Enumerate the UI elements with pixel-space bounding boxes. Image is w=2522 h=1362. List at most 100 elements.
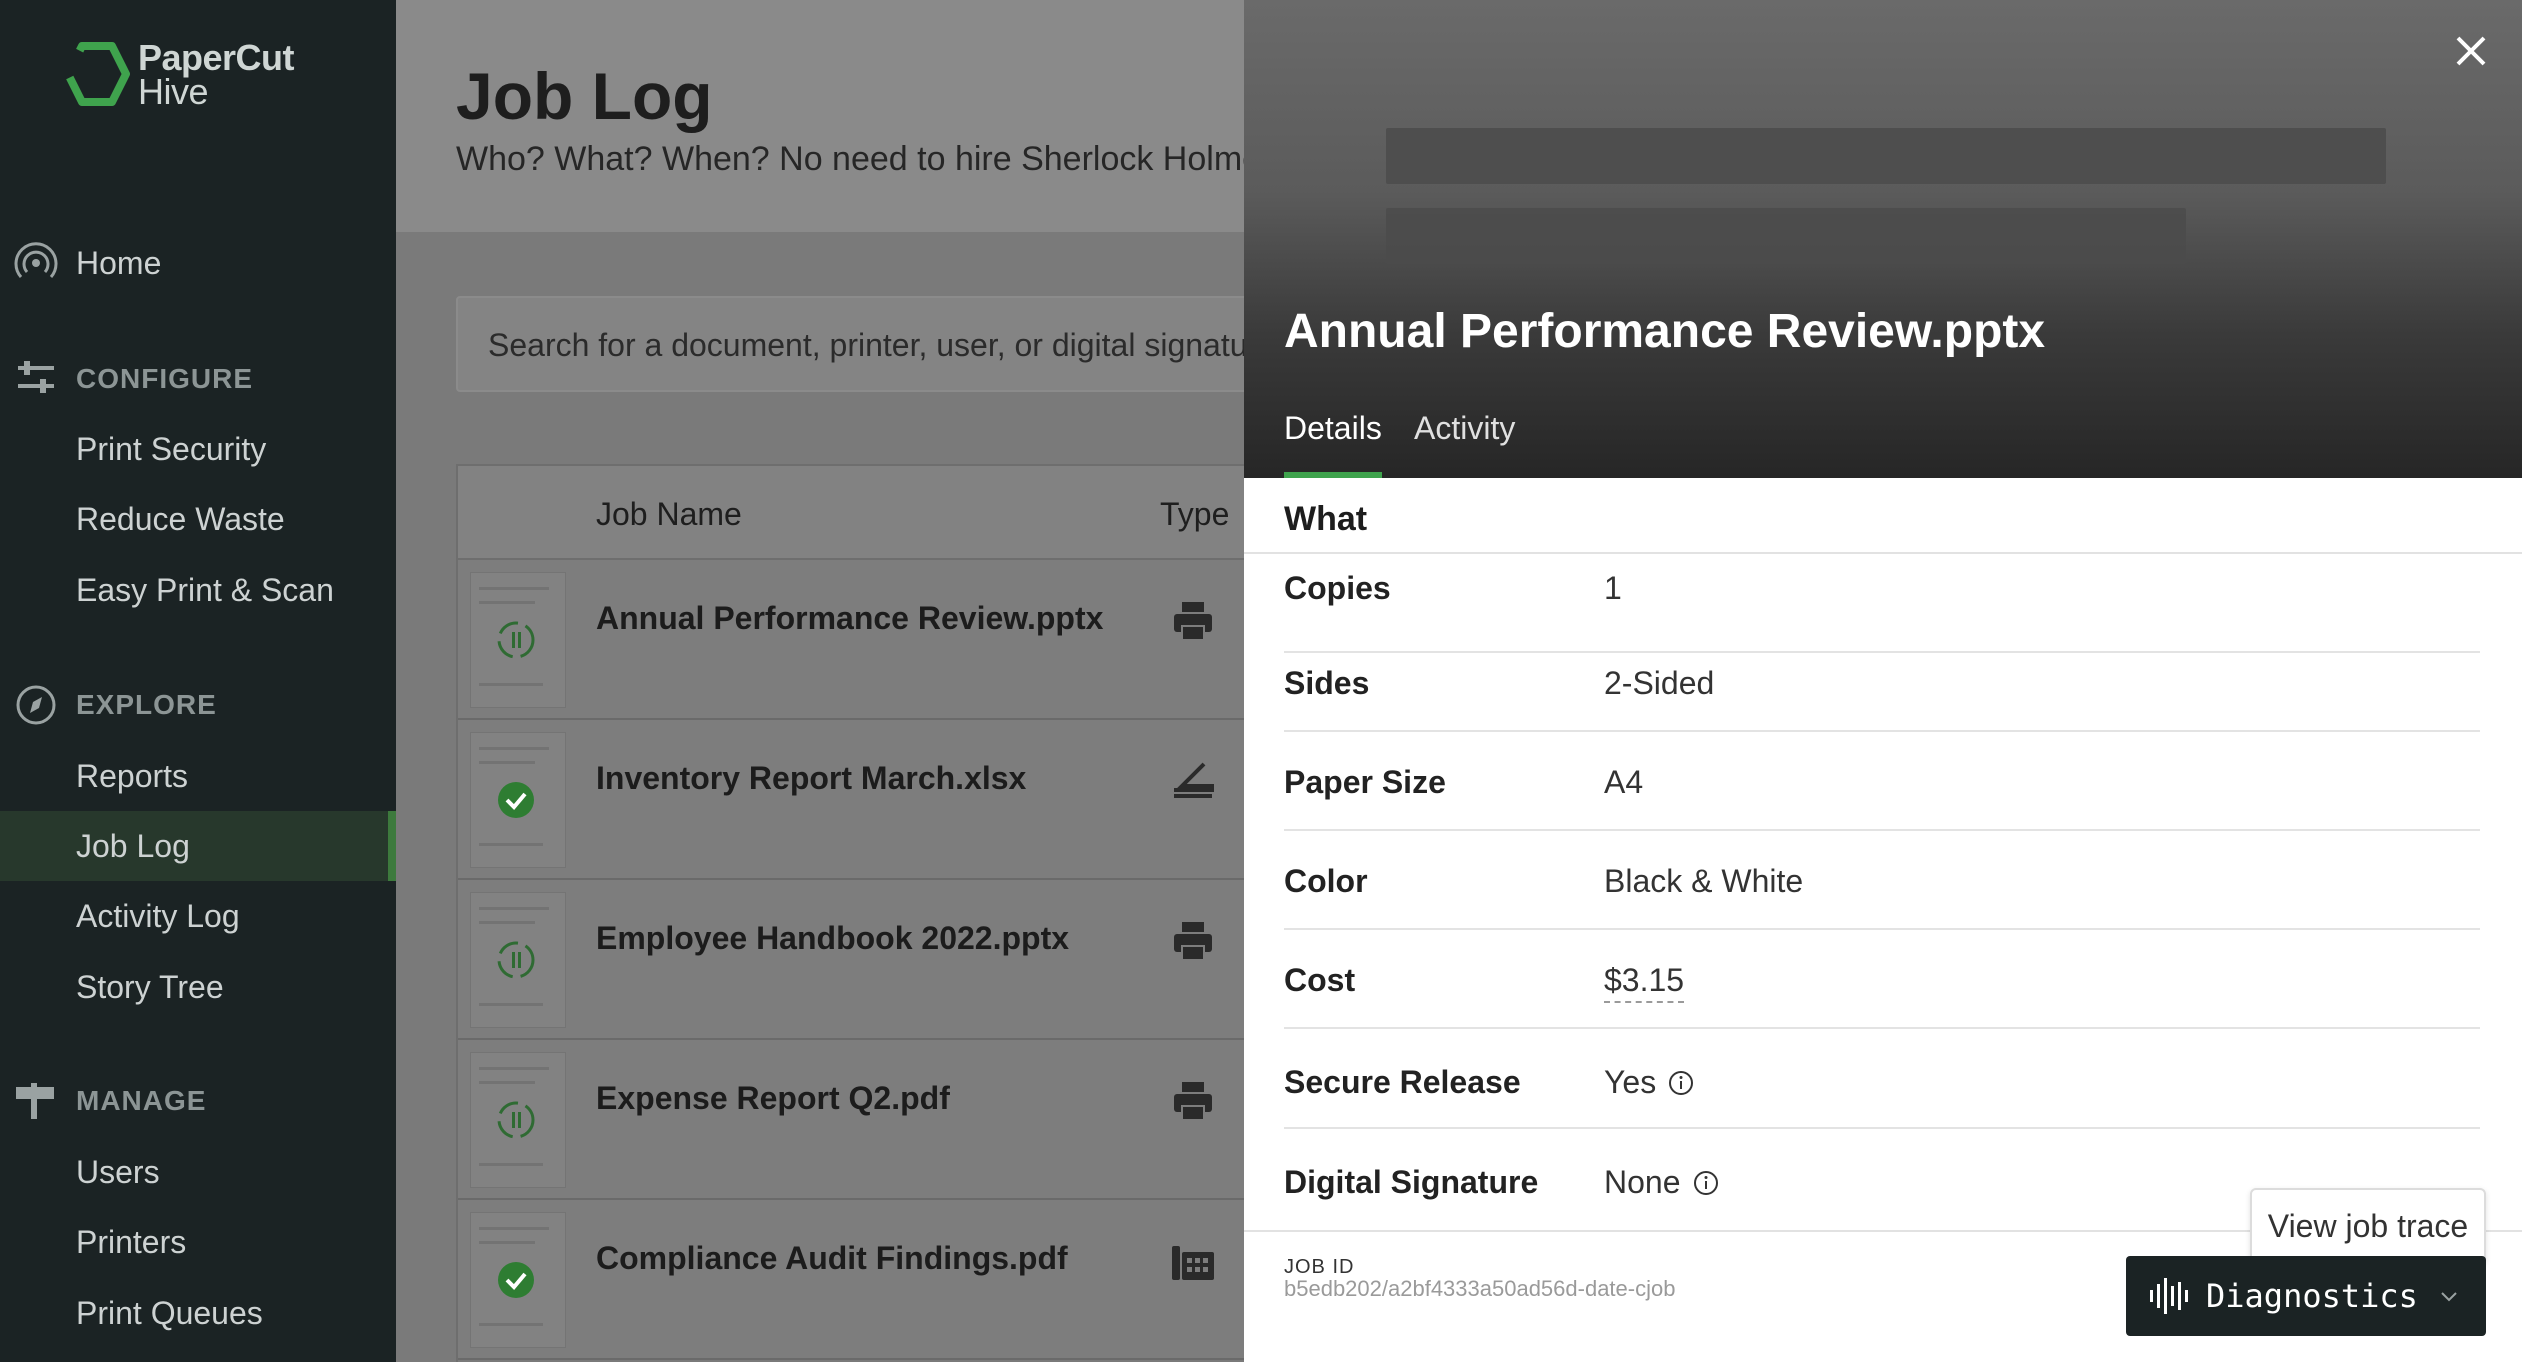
detail-value: None [1604,1164,1719,1201]
signpost-icon [16,1083,54,1119]
sidebar-item-label: Easy Print & Scan [76,571,334,608]
digital-signature-value: None [1604,1164,1681,1200]
hexagon-logo-icon [64,42,130,106]
sidebar-item-label: Job Log [76,827,190,864]
job-table: Job Name Type Annual Performance Review.… [456,464,1244,1362]
printer-icon [1174,1082,1212,1121]
sidebar-item-label: Print Security [76,430,267,467]
sidebar-heading-manage: MANAGE [0,1066,396,1136]
panel-header: Annual Performance Review.pptx Details A… [1244,0,2522,478]
check-circle-icon [498,782,534,818]
sidebar-item-label: Printers [76,1223,187,1260]
info-icon[interactable] [1668,1070,1694,1096]
sidebar: PaperCut Hive Home CONFIGURE Print Secur… [0,0,396,1362]
panel-title: Annual Performance Review.pptx [1284,305,2046,358]
logo-line-2: Hive [138,71,209,112]
printer-icon [1174,602,1212,641]
job-name[interactable]: Expense Report Q2.pdf [596,1080,950,1117]
diagnostics-button[interactable]: Diagnostics [2126,1256,2486,1336]
page-header: Job Log Who? What? When? No need to hire… [396,0,1244,232]
sidebar-item-reports[interactable]: Reports [0,741,396,811]
sidebar-item-label: Reports [76,757,189,794]
hourglass-icon [497,941,535,979]
detail-value: 2-Sided [1604,665,1715,701]
preview-placeholder [1386,128,2386,184]
job-log-page: Job Log Who? What? When? No need to hire… [396,0,1244,1362]
detail-value[interactable]: $3.15 [1604,962,1685,1003]
sidebar-item-job-log[interactable]: Job Log [0,811,396,881]
waveform-icon [2150,1278,2188,1314]
sidebar-item-label: Users [76,1153,160,1190]
fax-icon [1172,1246,1214,1280]
sidebar-heading-label: CONFIGURE [76,363,253,394]
check-circle-icon [498,1262,534,1298]
detail-label: Sides [1284,665,1370,701]
sidebar-item-easy-print-scan[interactable]: Easy Print & Scan [0,555,396,625]
job-id-value: b5edb202/a2bf4333a50ad56d-date-cjob [1284,1276,1676,1301]
column-type[interactable]: Type [1160,496,1229,533]
search-box[interactable] [456,296,1244,392]
secure-release-value: Yes [1604,1064,1657,1100]
detail-row-paper-size: Paper Size A4 [1284,732,2480,831]
table-row[interactable]: Expense Report Q2.pdf [458,1040,1244,1200]
table-row[interactable]: Compliance Audit Findings.pdf [458,1200,1244,1360]
info-icon[interactable] [1693,1170,1719,1196]
sidebar-item-story-tree[interactable]: Story Tree [0,952,396,1022]
view-job-trace-tooltip[interactable]: View job trace [2250,1188,2486,1264]
detail-label: Paper Size [1284,764,1446,800]
close-icon[interactable] [2450,30,2492,72]
printer-icon [1174,922,1212,961]
sidebar-heading-label: EXPLORE [76,689,217,720]
hourglass-icon [497,1101,535,1139]
preview-placeholder [1386,208,2186,264]
sidebar-item-home[interactable]: Home [0,228,396,298]
detail-label: Secure Release [1284,1064,1521,1100]
job-name[interactable]: Employee Handbook 2022.pptx [596,920,1069,957]
sidebar-item-print-security[interactable]: Print Security [0,414,396,484]
detail-label: Cost [1284,962,1356,998]
detail-row-color: Color Black & White [1284,831,2480,930]
table-row[interactable]: Inventory Report March.xlsx [458,720,1244,880]
table-header: Job Name Type [458,464,1244,560]
section-title: What [1284,500,1368,538]
sidebar-item-reduce-waste[interactable]: Reduce Waste [0,484,396,554]
diagnostics-label: Diagnostics [2206,1277,2418,1315]
job-name[interactable]: Inventory Report March.xlsx [596,760,1026,797]
detail-value: A4 [1604,764,1644,800]
sidebar-item-label: Activity Log [76,897,240,934]
detail-value: Black & White [1604,863,1804,899]
detail-label: Copies [1284,570,1391,606]
table-row[interactable]: Annual Performance Review.pptx [458,560,1244,720]
job-details-panel: Annual Performance Review.pptx Details A… [1244,0,2522,1362]
papercut-hive-logo[interactable]: PaperCut Hive [58,37,295,112]
tab-details[interactable]: Details [1284,410,1382,478]
sidebar-heading-explore: EXPLORE [0,670,396,740]
detail-value: 1 [1604,570,1622,606]
broadcast-icon [14,242,58,278]
sidebar-item-label: Home [76,244,162,281]
tab-activity[interactable]: Activity [1414,410,1515,478]
sidebar-item-label: Print Queues [76,1294,263,1331]
sidebar-item-printers[interactable]: Printers [0,1207,396,1277]
sidebar-heading-configure: CONFIGURE [0,344,396,414]
detail-row-cost: Cost $3.15 [1284,930,2480,1029]
hourglass-icon [497,621,535,659]
search-input[interactable] [488,320,1244,370]
job-name[interactable]: Compliance Audit Findings.pdf [596,1240,1068,1277]
sidebar-item-print-queues[interactable]: Print Queues [0,1278,396,1348]
page-subtitle: Who? What? When? No need to hire Sherloc… [456,140,1244,178]
logo-line-1: PaperCut [138,37,295,78]
sidebar-item-users[interactable]: Users [0,1137,396,1207]
sidebar-item-activity-log[interactable]: Activity Log [0,881,396,951]
job-name[interactable]: Annual Performance Review.pptx [596,600,1103,637]
detail-row-sides: Sides 2-Sided [1284,633,2480,732]
column-job-name[interactable]: Job Name [596,496,742,533]
chevron-down-icon [2441,1292,2457,1302]
detail-row-secure-release: Secure Release Yes [1284,1030,2480,1129]
table-row[interactable]: Employee Handbook 2022.pptx [458,880,1244,1040]
page-title: Job Log [456,59,713,133]
sidebar-item-label: Story Tree [76,968,224,1005]
cost-value[interactable]: $3.15 [1604,962,1685,1003]
detail-label: Digital Signature [1284,1164,1539,1200]
detail-label: Color [1284,863,1368,899]
